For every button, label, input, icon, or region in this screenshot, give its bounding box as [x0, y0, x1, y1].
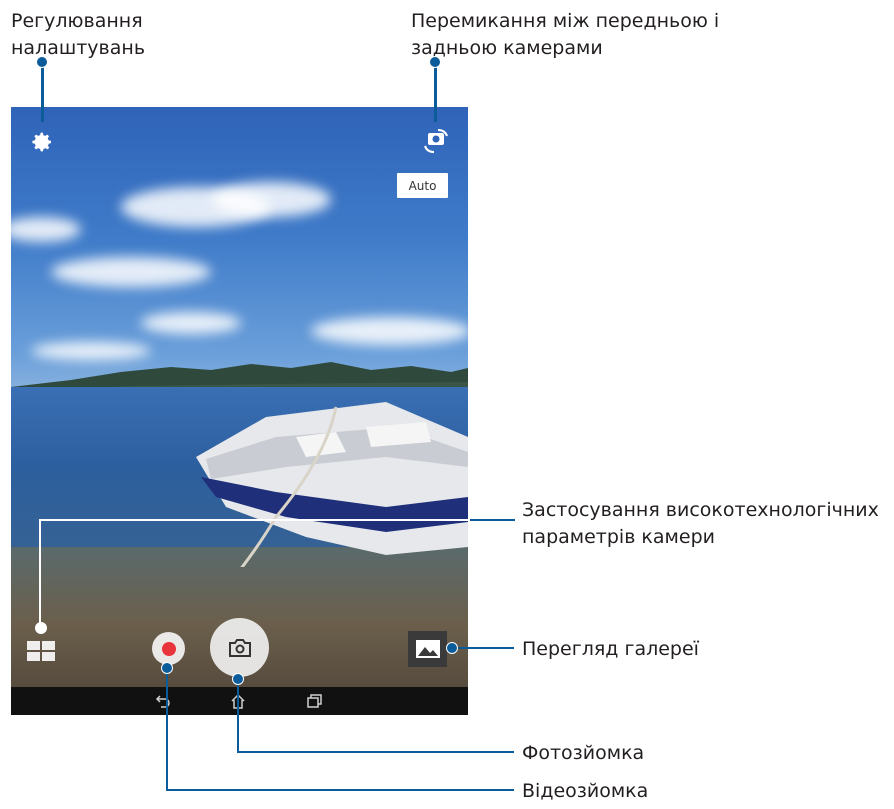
gear-icon [32, 132, 51, 152]
settings-callout-dot [36, 56, 48, 68]
advanced-callout-dot [35, 622, 47, 634]
video-callout-line-v [166, 668, 168, 790]
settings-button[interactable] [29, 129, 55, 155]
switch-camera-callout-line2: задньою камерами [411, 37, 603, 59]
switch-camera-button[interactable] [421, 127, 451, 155]
record-icon [161, 641, 176, 656]
gallery-button[interactable] [408, 631, 447, 667]
shutter-button[interactable] [210, 618, 269, 677]
switch-camera-callout-dot [429, 56, 441, 68]
video-callout-line-h [166, 789, 514, 791]
system-navbar [11, 687, 468, 715]
advanced-callout-line-v [39, 519, 41, 627]
advanced-callout-line-h [40, 519, 515, 521]
photo-callout-line-h [237, 751, 514, 753]
camera-modes-button[interactable] [26, 640, 56, 662]
grid-icon [27, 641, 55, 661]
advanced-callout-line2: параметрів камери [522, 526, 715, 548]
settings-callout-line [41, 64, 44, 122]
camera-viewfinder[interactable]: Auto [11, 107, 468, 715]
gallery-callout: Перегляд галереї [522, 638, 699, 660]
record-video-button[interactable] [152, 632, 185, 665]
photo-callout: Фотозйомка [522, 742, 645, 764]
settings-callout: Регулювання налаштувань [11, 8, 145, 62]
advanced-callout-line-h2 [470, 519, 515, 521]
settings-callout-line2: налаштувань [11, 37, 146, 59]
photo-callout-dot [232, 673, 244, 685]
gallery-callout-dot [446, 642, 458, 654]
recents-icon[interactable] [307, 694, 323, 708]
auto-mode-button[interactable]: Auto [397, 173, 448, 198]
video-callout-dot [161, 662, 173, 674]
back-icon[interactable] [155, 694, 171, 708]
video-callout: Відеозйомка [522, 780, 649, 802]
advanced-callout-line1: Застосування високотехнологічних [522, 499, 879, 521]
settings-callout-line1: Регулювання [11, 10, 143, 32]
switch-camera-callout-line1: Перемикання між передньою і [411, 10, 720, 32]
advanced-callout: Застосування високотехнологічних парамет… [522, 497, 879, 551]
gallery-callout-line [452, 647, 514, 649]
boat [196, 402, 468, 567]
switch-camera-callout: Перемикання між передньою і задньою каме… [411, 8, 719, 62]
image-icon [415, 640, 440, 658]
camera-icon [228, 638, 251, 657]
photo-callout-line-v [237, 680, 239, 752]
switch-camera-callout-line [434, 64, 437, 122]
camera-switch-icon [424, 129, 448, 153]
